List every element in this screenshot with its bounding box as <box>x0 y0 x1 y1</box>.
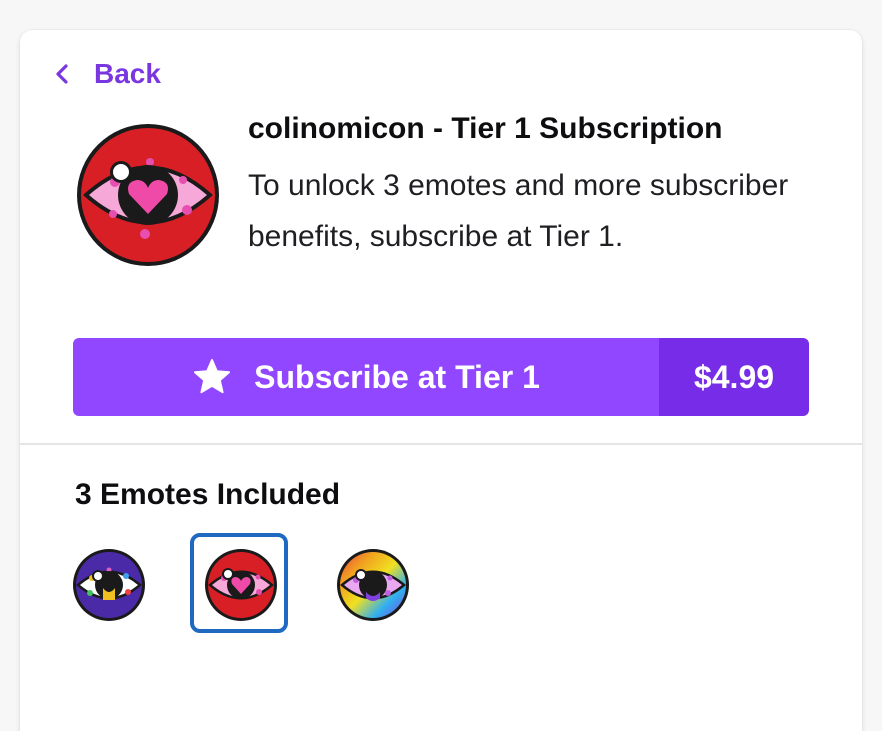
subscription-title: colinomicon - Tier 1 Subscription <box>248 112 723 145</box>
emotes-heading: 3 Emotes Included <box>75 478 341 511</box>
section-divider <box>20 443 862 445</box>
subscribe-button[interactable]: Subscribe at Tier 1 $4.99 <box>73 338 809 416</box>
back-label: Back <box>94 58 161 89</box>
chevron-left-icon <box>52 63 74 85</box>
emote-purple-eye[interactable] <box>72 548 146 622</box>
subscription-page: Back colinomicon - Tier 1 Subscription T… <box>0 0 882 731</box>
emote-rainbow-eye[interactable] <box>336 548 410 622</box>
subscribe-button-main[interactable]: Subscribe at Tier 1 <box>73 338 659 416</box>
subscription-description: To unlock 3 emotes and more subscriber b… <box>248 169 789 253</box>
subscribe-price[interactable]: $4.99 <box>659 338 809 416</box>
emote-red-heart-eye[interactable] <box>204 548 278 622</box>
channel-avatar <box>75 122 221 268</box>
subscribe-button-label: Subscribe at Tier 1 <box>254 358 540 395</box>
back-button[interactable]: Back <box>52 56 161 92</box>
star-icon <box>192 357 232 397</box>
